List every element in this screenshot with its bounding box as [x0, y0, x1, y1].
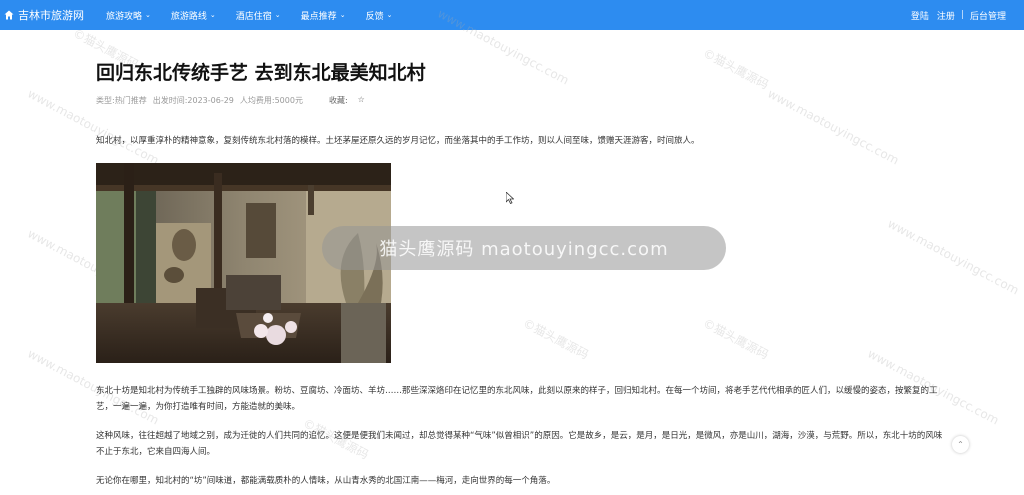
- watermark-text: www.maotouyingcc.com: [765, 86, 902, 168]
- nav-item-label: 旅游攻略: [106, 11, 143, 22]
- article-meta: 类型:热门推荐 出发时间:2023-06-29 人均费用:5000元 收藏: ☆: [96, 95, 371, 106]
- register-link[interactable]: 注册: [937, 9, 955, 22]
- chevron-up-icon: ⌃: [957, 440, 964, 449]
- nav-menu: 旅游攻略 ⌄ 旅游路线 ⌄ 酒店住宿 ⌄ 最点推荐 ⌄ 反馈 ⌄: [106, 9, 412, 22]
- top-navbar: 吉林市旅游网 旅游攻略 ⌄ 旅游路线 ⌄ 酒店住宿 ⌄ 最点推荐 ⌄ 反馈 ⌄ 登陆 注册…: [0, 0, 1024, 30]
- chevron-down-icon: ⌄: [145, 11, 151, 19]
- meta-cost: 人均费用:5000元: [239, 96, 303, 105]
- brand[interactable]: 吉林市旅游网: [4, 7, 84, 23]
- nav-item-label: 酒店住宿: [235, 11, 272, 22]
- meta-type: 类型:热门推荐: [96, 96, 147, 105]
- nav-item-label: 最点推荐: [300, 11, 337, 22]
- chevron-down-icon: ⌄: [339, 11, 346, 19]
- watermark-banner: 猫头鹰源码 maotouyingcc.com: [322, 226, 726, 270]
- home-icon: [4, 10, 14, 20]
- nav-auth: 登陆 注册 | 后台管理: [911, 0, 1006, 30]
- article-title: 回归东北传统手艺 去到东北最美知北村: [96, 62, 426, 84]
- article-paragraph: 东北十坊是知北村为传统手工独辟的风味场景。粉坊、豆腐坊、冷面坊、羊坊……那些深深…: [96, 386, 938, 412]
- nav-item-hotels[interactable]: 酒店住宿 ⌄: [236, 9, 281, 22]
- nav-item-routes[interactable]: 旅游路线 ⌄: [171, 9, 216, 22]
- watermark-text: ©猫头鹰源码: [520, 315, 591, 363]
- watermark-text: ©猫头鹰源码: [700, 45, 771, 93]
- watermark-text: www.maotouyingcc.com: [885, 216, 1022, 298]
- favorite-label: 收藏:: [328, 96, 348, 105]
- brand-name: 吉林市旅游网: [18, 9, 84, 22]
- login-link[interactable]: 登陆: [911, 9, 929, 22]
- nav-item-label: 旅游路线: [170, 11, 207, 22]
- chevron-down-icon: ⌄: [386, 11, 393, 19]
- star-icon[interactable]: ☆: [358, 95, 365, 106]
- meta-date: 出发时间:2023-06-29: [152, 96, 234, 105]
- admin-link[interactable]: 后台管理: [970, 9, 1006, 22]
- watermark-text: ©猫头鹰源码: [700, 315, 771, 363]
- article-paragraph: 无论你在哪里，知北村的“坊”间味道，都能满载质朴的人情味，从山青水秀的北国江南—…: [96, 476, 556, 486]
- mouse-cursor-icon: [506, 192, 514, 204]
- nav-item-recommend[interactable]: 最点推荐 ⌄: [301, 9, 346, 22]
- watermark-banner-text: 猫头鹰源码 maotouyingcc.com: [379, 239, 669, 260]
- chevron-down-icon: ⌄: [209, 11, 216, 19]
- chevron-down-icon: ⌄: [274, 11, 281, 19]
- nav-item-feedback[interactable]: 反馈 ⌄: [366, 9, 393, 22]
- nav-item-label: 反馈: [365, 11, 384, 22]
- nav-item-guides[interactable]: 旅游攻略 ⌄: [106, 9, 151, 22]
- article-paragraph: 知北村，以厚重淳朴的精神意象，复刻传统东北村落的模样。土坯茅屋还原久远的岁月记忆…: [96, 136, 700, 146]
- back-to-top-button[interactable]: ⌃: [952, 436, 969, 453]
- article-paragraph: 这种风味，往往超越了地域之别，成为迁徙的人们共同的追忆。这便是便我们未闻过，却总…: [96, 431, 943, 457]
- divider: |: [960, 10, 964, 20]
